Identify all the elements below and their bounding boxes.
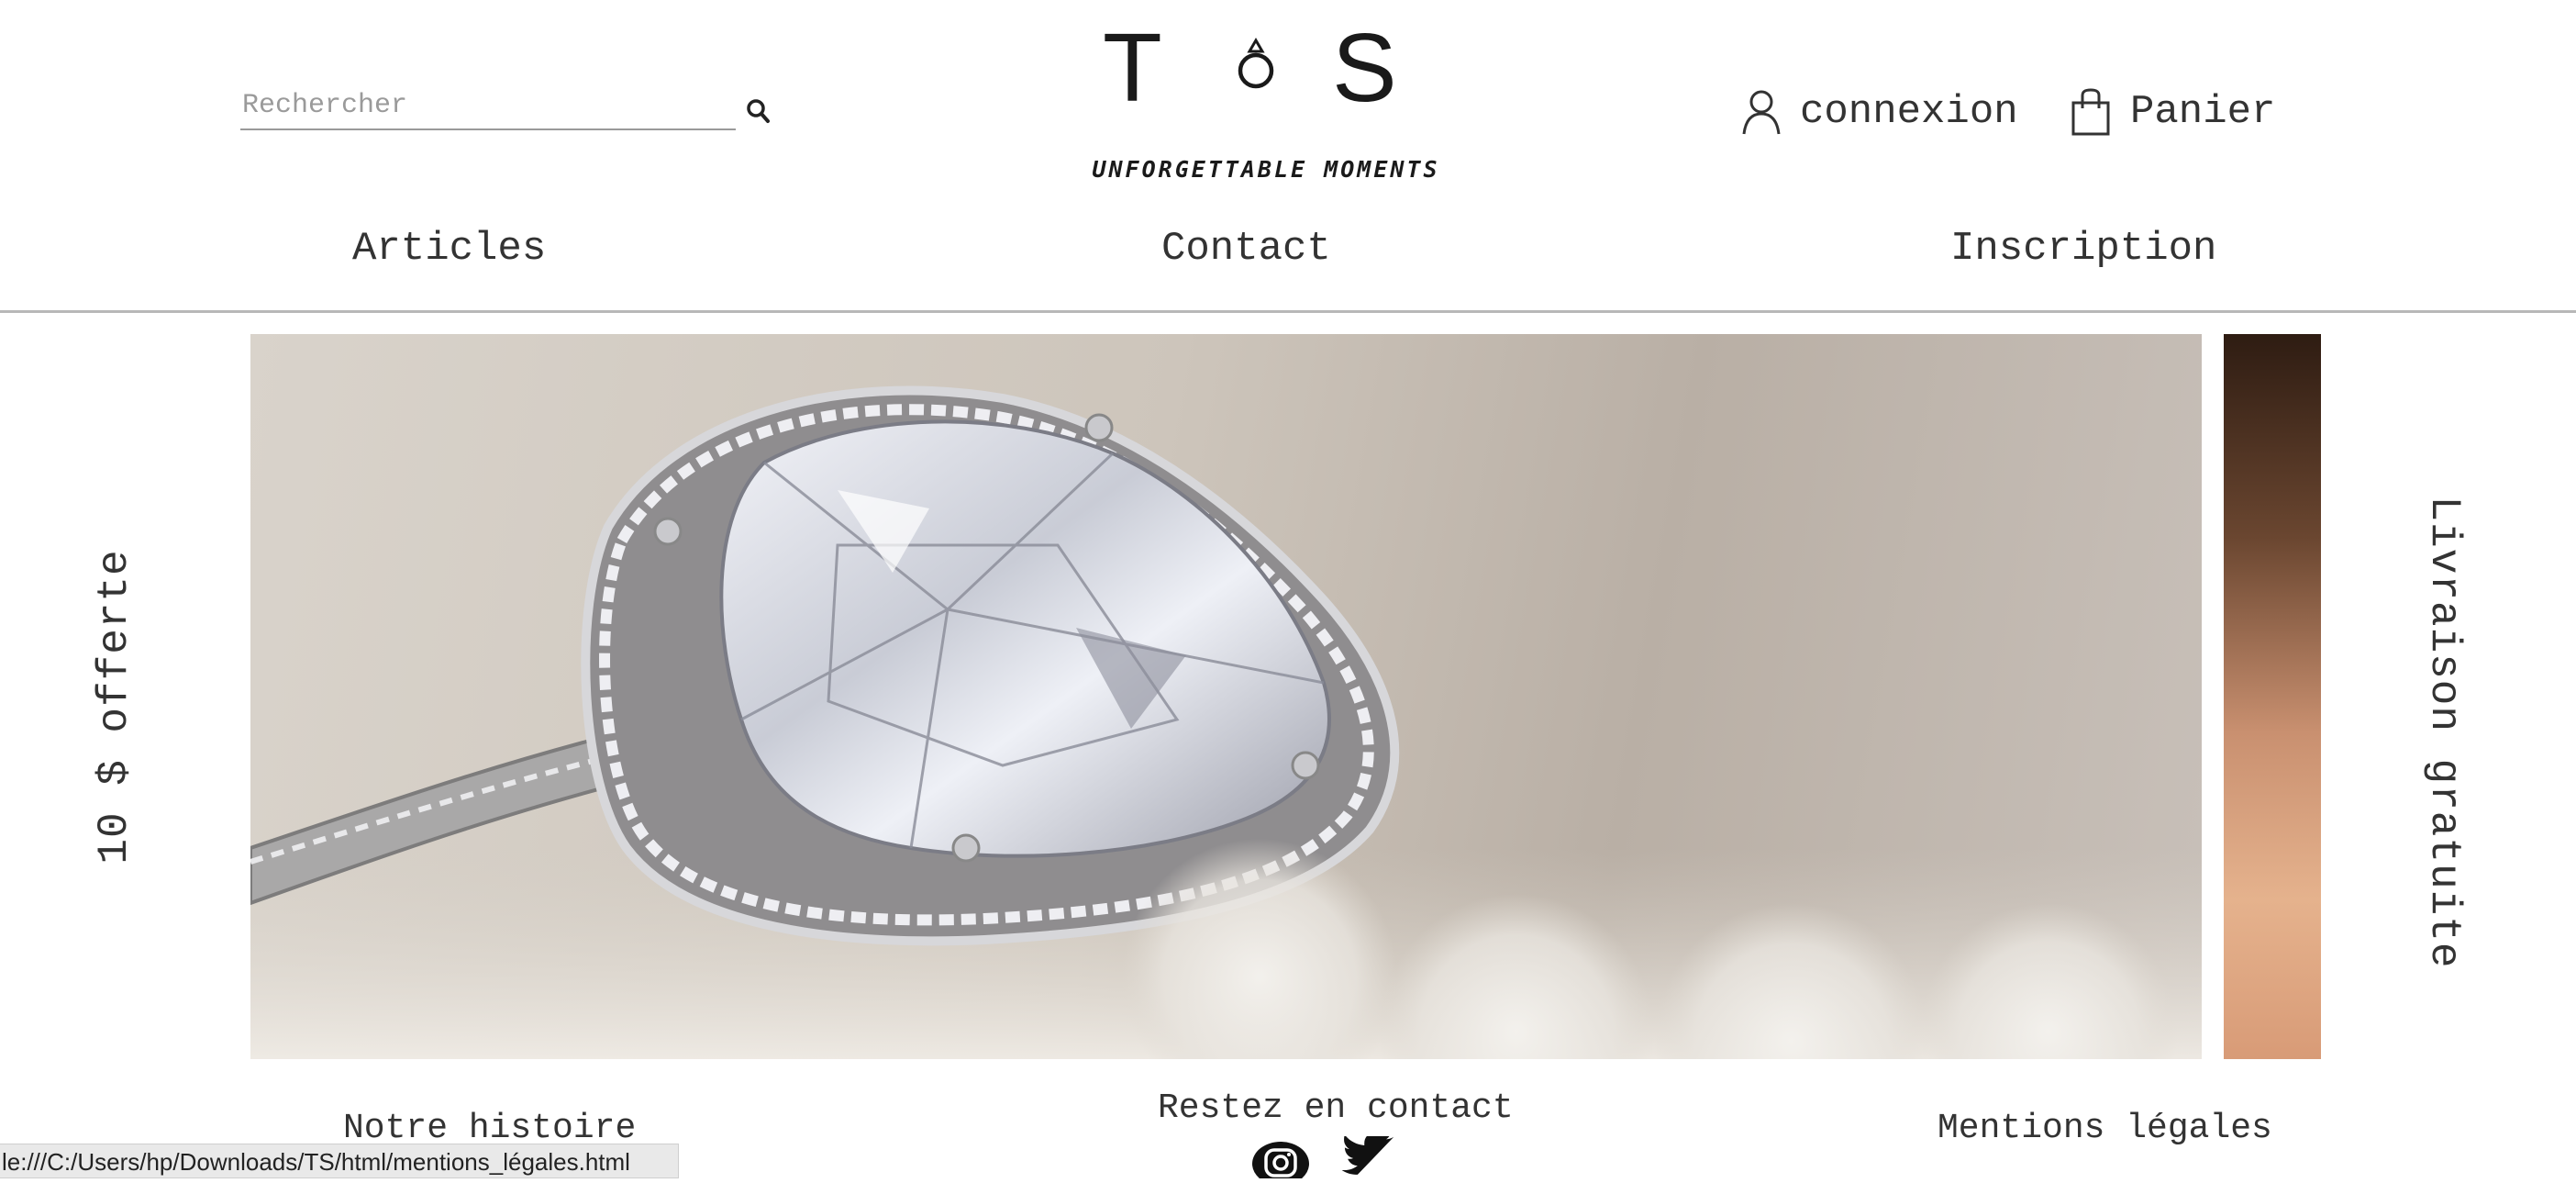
nav-articles[interactable]: Articles [352,226,546,272]
login-label: connexion [1800,89,2018,135]
svg-text:T: T [1103,20,1162,122]
twitter-icon [1341,1133,1394,1175]
footer-legal-link[interactable]: Mentions légales [1938,1109,2272,1148]
promo-offer-text: 10 $ offerte [91,549,139,865]
free-shipping-text: Livraison gratuite [2420,496,2468,969]
hero-slide-image[interactable] [250,334,2202,1059]
search-bar [240,86,736,130]
nav-divider [0,310,2576,313]
search-button[interactable] [745,95,772,127]
user-icon [1742,90,1781,135]
cart-link[interactable]: Panier [2070,84,2275,140]
svg-text:S: S [1332,20,1397,122]
browser-status-bar: le:///C:/Users/hp/Downloads/TS/html/ment… [0,1144,679,1178]
cart-label: Panier [2130,89,2276,135]
diamond-ring-illustration [250,385,2202,1059]
ring-icon [1238,38,1274,89]
search-icon [747,99,770,123]
search-input[interactable] [240,86,684,125]
nav-contact[interactable]: Contact [1161,226,1331,272]
logo-tagline: UNFORGETTABLE MOMENTS [1092,156,1440,183]
twitter-link[interactable] [1336,1133,1394,1178]
login-link[interactable]: connexion [1741,84,2018,140]
hero-next-slide-peek[interactable] [2224,334,2321,1059]
instagram-link[interactable] [1251,1136,1310,1183]
footer-contact-heading: Restez en contact [1158,1088,1514,1128]
footer-our-story-link[interactable]: Notre histoire [343,1109,636,1148]
nav-inscription[interactable]: Inscription [1950,226,2216,272]
brand-logo[interactable]: T S UNFORGETTABLE MOMENTS [1092,20,1440,183]
instagram-icon [1252,1142,1309,1183]
shopping-bag-icon [2071,88,2110,136]
logo-mark: T S [1103,20,1397,122]
